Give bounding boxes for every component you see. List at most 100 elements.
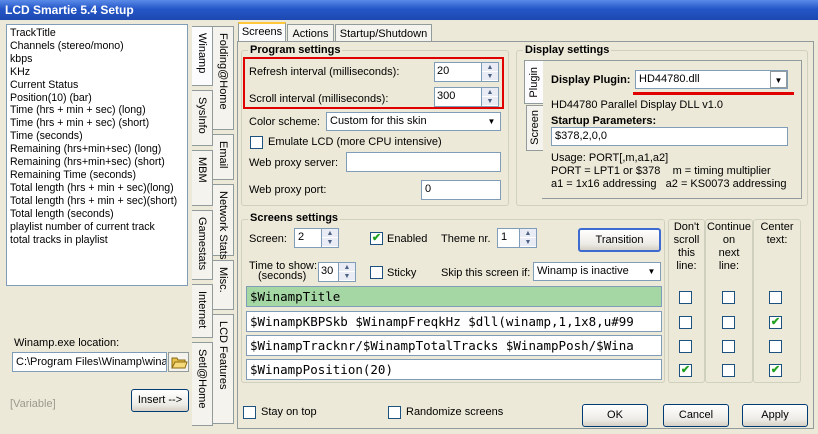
screen-line-input[interactable]: $WinampTracknr/$WinampTotalTracks $Winam… <box>246 335 662 356</box>
folder-open-icon[interactable] <box>168 352 189 372</box>
list-item[interactable]: Channels (stereo/mono) <box>10 40 184 53</box>
color-scheme-label: Color scheme: <box>249 116 320 128</box>
window-title: LCD Smartie 5.4 Setup <box>0 0 818 20</box>
list-item[interactable]: kbps <box>10 53 184 66</box>
list-item[interactable]: Position(10) (bar) <box>10 92 184 105</box>
right-vtab-column: Folding@Home Email Network Stats Misc. LCD F… <box>213 22 235 428</box>
plugin-red-underline <box>633 92 794 95</box>
list-item[interactable]: total tracks in playlist <box>10 234 184 247</box>
scroll-interval-value[interactable]: 300 <box>435 88 481 106</box>
skip-screen-value: Winamp is inactive <box>537 265 629 277</box>
stay-on-top-label: Stay on top <box>261 406 317 418</box>
no-scroll-header: Don't scroll this line: <box>673 221 700 272</box>
usage-line: Usage: PORT[,m,a1,a2] <box>551 152 669 164</box>
tab-screens[interactable]: Screens <box>238 22 286 42</box>
screen-line-input[interactable]: $WinampTitle <box>246 286 662 307</box>
chevron-down-icon[interactable]: ▼ <box>483 113 500 130</box>
list-item[interactable]: Total length (seconds) <box>10 208 184 221</box>
list-item[interactable]: TrackTitle <box>10 27 184 40</box>
vtab-winamp[interactable]: Winamp <box>192 26 213 86</box>
program-settings-title: Program settings <box>248 44 343 56</box>
screen-line-input[interactable]: $WinampPosition(20) <box>246 359 662 380</box>
list-item[interactable]: Current Status <box>10 79 184 92</box>
time-to-show-sub: (seconds) <box>258 270 307 282</box>
proxy-server-label: Web proxy server: <box>249 157 339 169</box>
list-item[interactable]: Time (seconds) <box>10 130 184 143</box>
list-item[interactable]: KHz <box>10 66 184 79</box>
time-to-show-input[interactable]: 30 ▲ ▼ <box>318 262 356 282</box>
screens-settings-title: Screens settings <box>248 212 341 224</box>
vtab-lcd-features[interactable]: LCD Features <box>213 314 234 424</box>
vtab-internet[interactable]: Internet <box>192 284 213 338</box>
list-item[interactable]: Remaining Time (seconds) <box>10 169 184 182</box>
skip-screen-select[interactable]: Winamp is inactive ▼ <box>533 262 661 281</box>
refresh-spinner[interactable]: ▲ ▼ <box>481 63 498 81</box>
insert-button[interactable]: Insert --> <box>131 389 189 412</box>
screen-number-value[interactable]: 2 <box>295 229 321 247</box>
randomize-label: Randomize screens <box>406 406 504 418</box>
winamp-location-input[interactable]: C:\Program Files\Winamp\wina <box>12 352 167 372</box>
vtab-folding-home[interactable]: Folding@Home <box>213 26 234 130</box>
cancel-button[interactable]: Cancel <box>663 404 729 427</box>
list-item[interactable]: Total length (hrs + min + sec)(short) <box>10 195 184 208</box>
theme-value[interactable]: 1 <box>498 229 519 247</box>
stay-on-top-checkbox[interactable] <box>243 406 256 419</box>
proxy-port-input[interactable]: 0 <box>421 180 501 200</box>
color-scheme-select[interactable]: Custom for this skin ▼ <box>326 112 501 131</box>
time-spinner[interactable]: ▲ ▼ <box>338 263 355 281</box>
color-scheme-value: Custom for this skin <box>330 115 427 127</box>
randomize-checkbox[interactable] <box>388 406 401 419</box>
vtab-sysinfo[interactable]: SysInfo <box>192 90 213 146</box>
scroll-interval-input[interactable]: 300 ▲ ▼ <box>434 87 499 107</box>
variable-list[interactable]: TrackTitle Channels (stereo/mono) kbps KHz C… <box>6 24 188 286</box>
theme-input[interactable]: 1 ▲ ▼ <box>497 228 537 248</box>
vtab-mbm[interactable]: MBM <box>192 150 213 206</box>
vtab-network-stats[interactable]: Network Stats <box>213 184 234 259</box>
time-to-show-value[interactable]: 30 <box>319 263 338 281</box>
chevron-down-icon[interactable]: ▼ <box>643 263 660 280</box>
startup-parameters-input[interactable]: $378,2,0,0 <box>551 127 788 146</box>
theme-label: Theme nr. <box>441 233 491 245</box>
apply-button[interactable]: Apply <box>742 404 808 427</box>
screen-spinner[interactable]: ▲ ▼ <box>321 229 338 247</box>
emulate-lcd-checkbox[interactable] <box>250 136 263 149</box>
proxy-server-input[interactable] <box>346 152 501 172</box>
list-item[interactable]: Time (hrs + min + sec) (short) <box>10 117 184 130</box>
plugin-description: HD44780 Parallel Display DLL v1.0 <box>551 99 724 111</box>
vtab-misc-[interactable]: Misc. <box>213 260 234 310</box>
usage-line: a1 = 1x16 addressing a2 = KS0073 address… <box>551 178 787 190</box>
startup-parameters-label: Startup Parameters: <box>551 115 657 127</box>
screen-line-input[interactable]: $WinampKBPSkb $WinampFreqkHz $dll(winamp… <box>246 311 662 332</box>
continue-header: Continue on next line: <box>706 221 752 272</box>
screen-number-input[interactable]: 2 ▲ ▼ <box>294 228 339 248</box>
list-item[interactable]: Remaining (hrs+min+sec) (short) <box>10 156 184 169</box>
enabled-checkbox[interactable]: ✔ <box>370 232 383 245</box>
theme-spinner[interactable]: ▲ ▼ <box>519 229 536 247</box>
display-plugin-label: Display Plugin: <box>551 74 631 86</box>
vtab-email[interactable]: Email <box>213 134 234 180</box>
left-vtab-column: Winamp SysInfo MBM Gamestats Internet Setl@Ho… <box>192 22 214 428</box>
vtab-setl-home[interactable]: Setl@Home <box>192 342 213 426</box>
refresh-interval-value[interactable]: 20 <box>435 63 481 81</box>
list-item[interactable]: playlist number of current track <box>10 221 184 234</box>
tab-startup-shutdown[interactable]: Startup/Shutdown <box>335 24 432 42</box>
ok-button[interactable]: OK <box>582 404 648 427</box>
transition-button[interactable]: Transition <box>578 228 661 252</box>
display-plugin-value: HD44780.dll <box>639 73 700 85</box>
tab-plugin[interactable]: Plugin <box>524 60 543 104</box>
vtab-gamestats[interactable]: Gamestats <box>192 210 213 280</box>
display-settings-title: Display settings <box>523 44 612 56</box>
refresh-interval-label: Refresh interval (milliseconds): <box>249 66 400 78</box>
tab-screen[interactable]: Screen <box>526 105 543 151</box>
tab-actions[interactable]: Actions <box>287 24 334 42</box>
list-item[interactable]: Total length (hrs + min + sec)(long) <box>10 182 184 195</box>
variable-label: [Variable] <box>10 398 56 410</box>
list-item[interactable]: Remaining (hrs+min+sec) (long) <box>10 143 184 156</box>
chevron-down-icon[interactable]: ▼ <box>770 71 787 88</box>
scroll-spinner[interactable]: ▲ ▼ <box>481 88 498 106</box>
refresh-interval-input[interactable]: 20 ▲ ▼ <box>434 62 499 82</box>
display-plugin-select[interactable]: HD44780.dll ▼ <box>635 70 788 89</box>
center-header: Center text: <box>760 221 794 246</box>
list-item[interactable]: Time (hrs + min + sec) (long) <box>10 104 184 117</box>
sticky-checkbox[interactable] <box>370 266 383 279</box>
